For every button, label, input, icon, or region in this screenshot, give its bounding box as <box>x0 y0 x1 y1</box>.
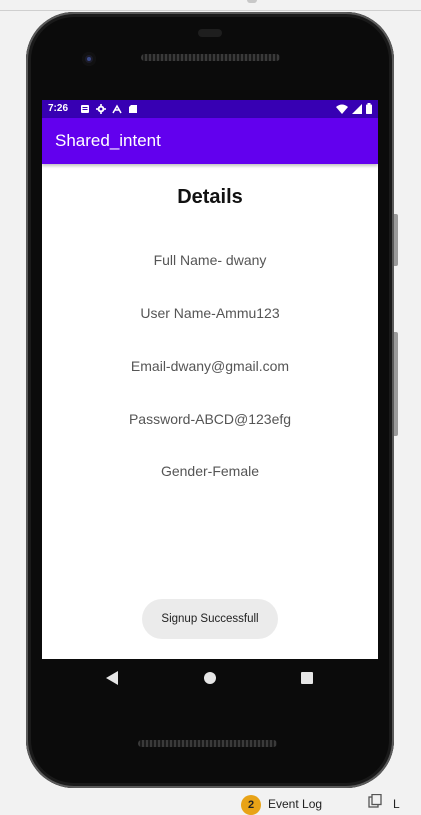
bottom-speaker-grille <box>138 740 277 747</box>
wifi-icon <box>336 104 348 114</box>
status-icons-right <box>336 103 372 114</box>
notification-icon <box>81 105 89 113</box>
back-icon[interactable] <box>106 671 118 685</box>
status-bar: 7:26 <box>42 100 378 118</box>
app-title: Shared_intent <box>55 131 161 150</box>
event-log-label[interactable]: Event Log <box>268 797 322 811</box>
user-name-text: User Name-Ammu123 <box>140 305 280 321</box>
layout-inspector-label[interactable]: L <box>393 797 400 811</box>
status-time: 7:26 <box>48 103 69 114</box>
layout-inspector-icon[interactable] <box>368 794 382 808</box>
sd-card-icon <box>129 105 137 113</box>
app-bar: Shared_intent <box>42 118 378 164</box>
gender-text: Gender-Female <box>160 463 260 479</box>
settings-icon <box>96 104 106 114</box>
earpiece-notch <box>198 29 222 37</box>
front-camera-icon <box>82 52 96 66</box>
usb-debug-icon <box>112 104 122 114</box>
window-divider <box>0 10 421 11</box>
navigation-bar <box>42 659 378 697</box>
home-icon[interactable] <box>204 672 216 684</box>
toast-message: Signup Successfull <box>142 599 278 639</box>
event-count-badge[interactable]: 2 <box>241 795 261 815</box>
battery-icon <box>366 103 372 114</box>
details-heading: Details <box>177 186 243 208</box>
password-text: Password-ABCD@123efg <box>128 411 292 427</box>
full-name-text: Full Name- dwany <box>153 252 267 268</box>
email-text: Email-dwany@gmail.com <box>130 358 290 374</box>
top-edge-nub <box>247 0 257 3</box>
recents-icon[interactable] <box>301 672 313 684</box>
top-speaker-grille <box>141 54 280 61</box>
signal-icon <box>352 104 362 114</box>
device-screen: 7:26 Shared_intent Details Full Name- dw… <box>42 100 378 659</box>
status-icons-left <box>80 104 138 114</box>
